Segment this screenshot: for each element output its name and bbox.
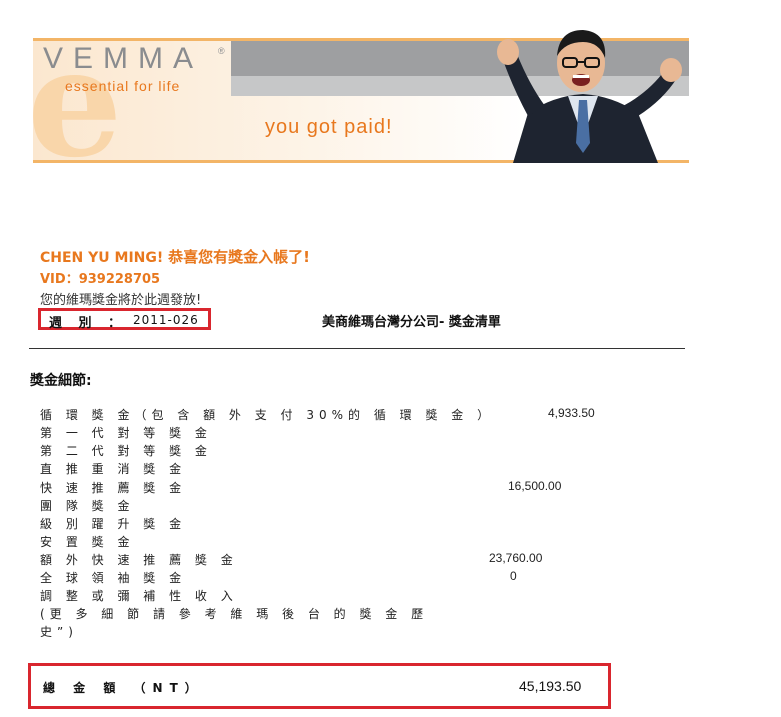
banner-tagline: essential for life bbox=[65, 78, 181, 94]
divider-line bbox=[29, 348, 685, 349]
registered-mark: ® bbox=[218, 46, 225, 56]
bonus-label: 團 隊 獎 金 bbox=[40, 499, 135, 513]
vemma-logo: VEMMA bbox=[43, 42, 204, 75]
details-title: 獎金細節: bbox=[30, 373, 92, 389]
greeting: CHEN YU MING! 恭喜您有獎金入帳了! bbox=[40, 246, 310, 267]
bonus-label: 級 別 躍 升 獎 金 bbox=[40, 517, 187, 531]
vid-number: VID：939228705 bbox=[40, 272, 161, 287]
bonus-label: 快 速 推 薦 獎 金 bbox=[40, 481, 187, 495]
bonus-label: (更 多 細 節 請 參 考 維 瑪 後 台 的 獎 金 歷 bbox=[40, 607, 429, 621]
bonus-label: 直 推 重 消 獎 金 bbox=[40, 462, 187, 476]
bonus-label: 史”) bbox=[40, 625, 78, 639]
total-label: 總 金 額 （NT） bbox=[43, 681, 204, 695]
payout-notice: 您的維瑪獎金將於此週發放! bbox=[40, 293, 202, 308]
total-value: 45,193.50 bbox=[519, 678, 582, 694]
bonus-value: 23,760.00 bbox=[489, 551, 543, 565]
bonus-label: 額 外 快 速 推 薦 獎 金 bbox=[40, 553, 238, 567]
bonus-label: 安 置 獎 金 bbox=[40, 535, 135, 549]
bonus-label: 循 環 獎 金（包 含 額 外 支 付 30%的 循 環 獎 金 ） bbox=[40, 408, 495, 422]
bonus-label: 第 一 代 對 等 獎 金 bbox=[40, 426, 212, 440]
cheering-businessman-photo bbox=[497, 30, 682, 163]
banner-slogan: you got paid! bbox=[265, 116, 393, 138]
bonus-value: 0 bbox=[510, 569, 517, 583]
week-value: 2011-026 bbox=[133, 313, 199, 327]
vemma-banner: e VEMMA ® essential for life you got pai… bbox=[27, 18, 689, 178]
bonus-label: 第 二 代 對 等 獎 金 bbox=[40, 444, 212, 458]
company-title: 美商維瑪台灣分公司- 獎金清單 bbox=[322, 315, 501, 330]
total-highlight-box: 總 金 額 （NT） 45,193.50 bbox=[28, 663, 611, 709]
greeting-name: CHEN YU MING! bbox=[40, 250, 164, 266]
bonus-label: 全 球 領 袖 獎 金 bbox=[40, 571, 187, 585]
bonus-value: 4,933.50 bbox=[548, 406, 595, 420]
greeting-message: 恭喜您有獎金入帳了! bbox=[168, 248, 310, 266]
bonus-value: 16,500.00 bbox=[508, 479, 562, 493]
week-label: 週 別 ： bbox=[49, 316, 128, 331]
week-highlight-box: 週 別 ： 2011-026 bbox=[38, 308, 211, 331]
bonus-label: 調 整 或 彌 補 性 收 入 bbox=[40, 589, 238, 603]
